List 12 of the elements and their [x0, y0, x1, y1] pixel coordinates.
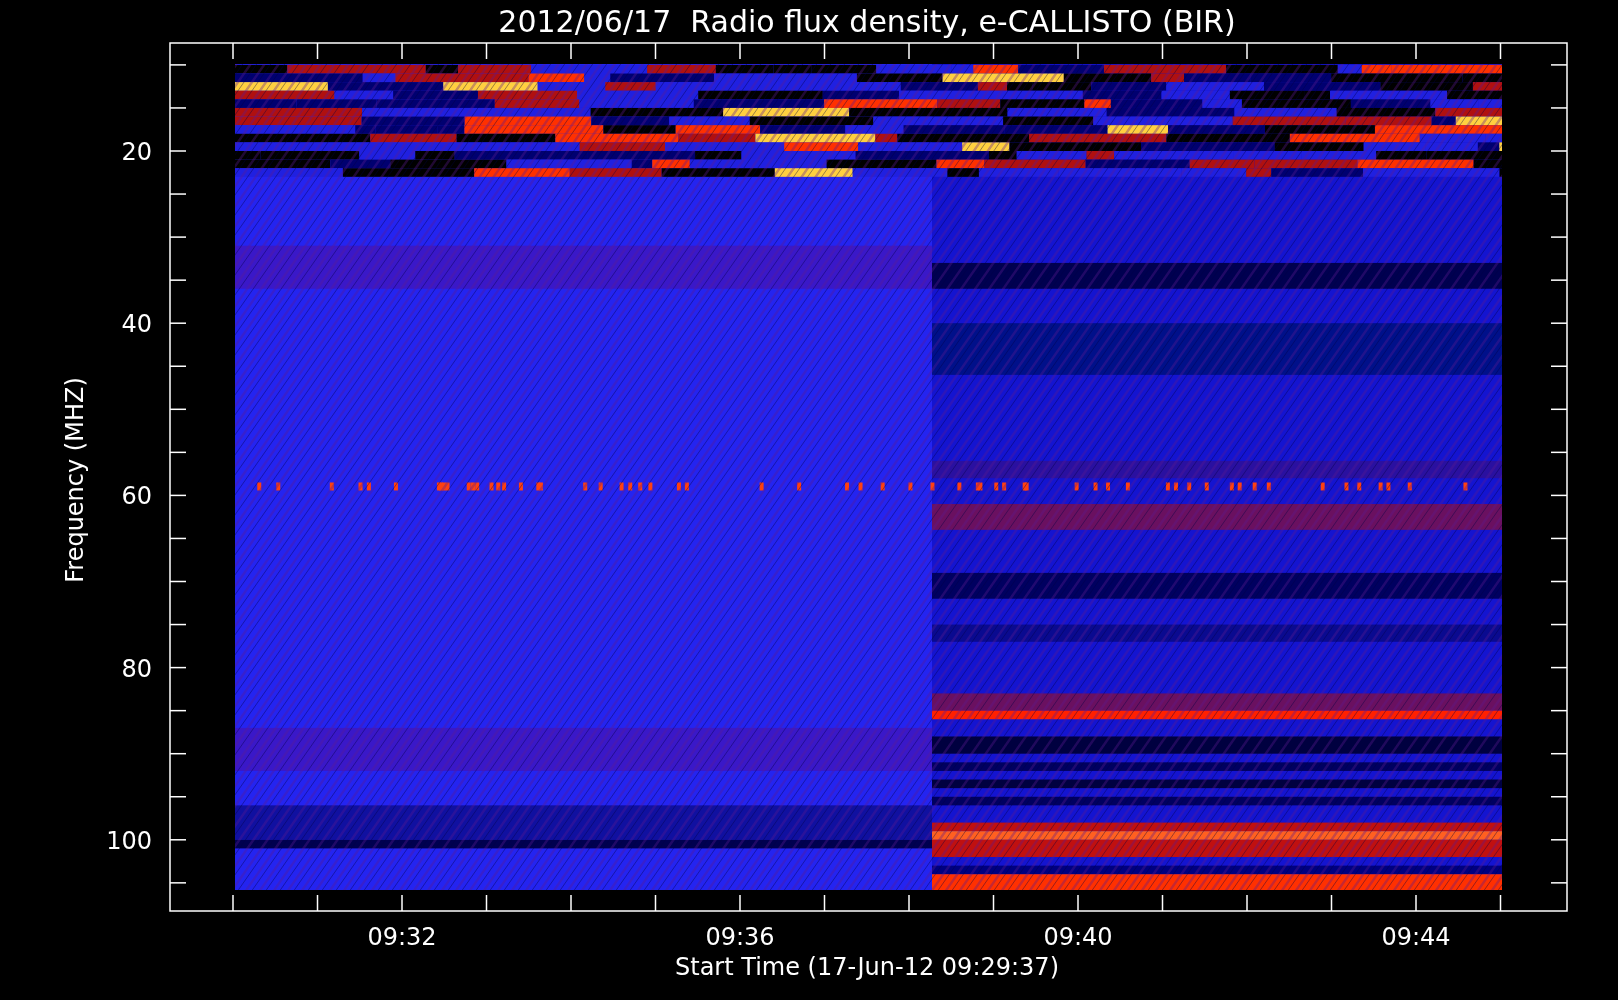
axis-label: Start Time (17-Jun-12 09:29:37): [675, 953, 1059, 981]
plot-title: 2012/06/17 Radio flux density, e-CALLISTO (BIR): [498, 4, 1236, 39]
tick-label: 80: [121, 654, 152, 683]
tick-label: 20: [121, 138, 152, 166]
tick-label: 09:36: [705, 923, 775, 951]
tick-label: 60: [121, 482, 152, 511]
tick-label: 100: [106, 826, 152, 855]
axis-label: Frequency (MHZ): [61, 377, 89, 583]
tick-label: 09:44: [1381, 923, 1451, 951]
tick-label: 40: [121, 310, 152, 339]
tick-label: 09:32: [367, 923, 437, 951]
tick-label: 09:40: [1043, 923, 1113, 951]
